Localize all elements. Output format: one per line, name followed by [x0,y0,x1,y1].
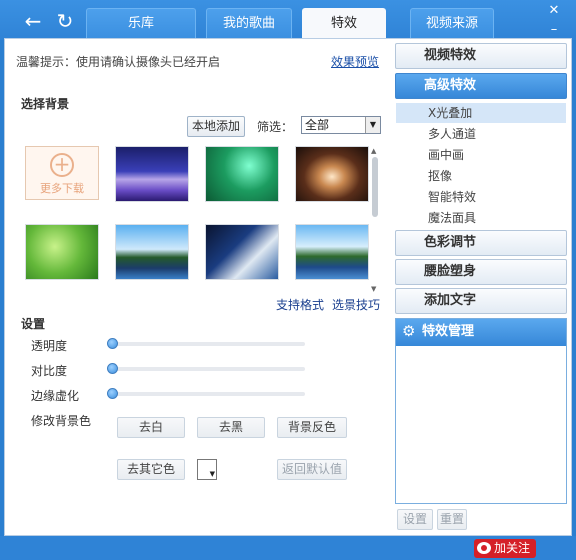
section-add-text[interactable]: 添加文字 [395,288,567,314]
advanced-item-multi-channel[interactable]: 多人通道 [396,124,566,144]
slider-knob[interactable] [107,388,118,399]
weibo-icon [477,542,491,554]
effect-manager-panel: ⚙ 特效管理 [395,318,567,504]
tab-my-songs[interactable]: 我的歌曲 [206,8,292,39]
background-thumbnail[interactable] [205,146,279,202]
advanced-item-chroma-key[interactable]: 抠像 [396,166,566,186]
select-background-title: 选择背景 [21,97,70,111]
section-color-adjust[interactable]: 色彩调节 [395,230,567,256]
tab-effects[interactable]: 特效 [302,8,386,39]
minimize-icon[interactable]: – [547,22,561,37]
section-video-effects[interactable]: 视频特效 [395,43,567,69]
background-tips-link[interactable]: 选景技巧 [332,296,380,313]
add-local-button[interactable]: 本地添加 [187,116,245,137]
more-download-label: 更多下载 [40,182,84,195]
transparency-label: 透明度 [31,339,68,353]
camera-tip: 温馨提示：使用请确认摄像头已经开启 [16,55,221,69]
color-picker[interactable]: ▼ [197,459,217,480]
transparency-slider[interactable] [107,338,305,349]
advanced-item-xray-overlay[interactable]: X光叠加 [396,103,566,123]
background-thumbnail[interactable] [25,224,99,280]
plus-icon: + [50,153,74,177]
scroll-thumb[interactable] [372,157,378,217]
advanced-item-magic-mask[interactable]: 魔法面具 [396,208,566,228]
follow-button[interactable]: 加关注 [474,539,536,558]
section-body-shaping[interactable]: 腰脸塑身 [395,259,567,285]
effect-manager-title: 特效管理 [422,324,475,339]
filter-select-value: 全部 [305,118,330,132]
filter-select[interactable]: 全部 ▼ [301,116,381,134]
chevron-down-icon: ▼ [209,470,215,478]
effect-preview-link[interactable]: 效果预览 [331,53,379,70]
effect-manager-header: ⚙ 特效管理 [396,319,566,346]
slider-knob[interactable] [107,363,118,374]
remove-black-button[interactable]: 去黑 [197,417,265,438]
remove-white-button[interactable]: 去白 [117,417,185,438]
filter-label: 筛选： [257,120,294,134]
remove-other-color-button[interactable]: 去其它色 [117,459,185,480]
effects-sidebar: 视频特效 高级特效 X光叠加 多人通道 画中画 抠像 智能特效 魔法面具 色彩调… [395,43,567,530]
advanced-item-picture-in-picture[interactable]: 画中画 [396,145,566,165]
support-format-link[interactable]: 支持格式 [276,296,324,313]
settings-title: 设置 [21,317,46,331]
more-download-tile[interactable]: + 更多下载 [25,146,99,200]
invert-bg-button[interactable]: 背景反色 [277,417,347,438]
contrast-label: 对比度 [31,364,68,378]
restore-default-button[interactable]: 返回默认值 [277,459,347,480]
modify-bg-color-label: 修改背景色 [31,414,92,428]
reset-button[interactable]: 重置 [437,509,467,530]
advanced-item-smart-effects[interactable]: 智能特效 [396,187,566,207]
back-arrow-icon[interactable]: ← [21,9,45,33]
settings-button[interactable]: 设置 [397,509,433,530]
gear-icon[interactable]: ⚙ [402,323,418,339]
background-thumbnail[interactable] [115,146,189,202]
background-thumbnail[interactable] [115,224,189,280]
top-bar: ← ↻ 乐库 我的歌曲 特效 视频来源 ✕ – [0,0,576,40]
refresh-icon[interactable]: ↻ [53,9,77,33]
chevron-down-icon[interactable]: ▼ [365,117,380,133]
background-thumbnail[interactable] [295,146,369,202]
background-thumbnail[interactable] [205,224,279,280]
tab-video-source[interactable]: 视频来源 [410,8,494,39]
slider-knob[interactable] [107,338,118,349]
background-thumbnail[interactable] [295,224,369,280]
tab-music-library[interactable]: 乐库 [86,8,196,39]
scroll-down-icon[interactable]: ▼ [371,285,376,293]
follow-label: 加关注 [494,541,531,555]
section-advanced-effects[interactable]: 高级特效 [395,73,567,99]
edge-blur-label: 边缘虚化 [31,389,80,403]
contrast-slider[interactable] [107,363,305,374]
close-icon[interactable]: ✕ [547,3,561,18]
scroll-up-icon[interactable]: ▲ [371,147,376,155]
thumbnail-scrollbar[interactable]: ▲ ▼ [371,147,379,293]
edge-blur-slider[interactable] [107,388,305,399]
effects-panel: 温馨提示：使用请确认摄像头已经开启 效果预览 选择背景 本地添加 筛选： 全部 … [4,38,572,536]
